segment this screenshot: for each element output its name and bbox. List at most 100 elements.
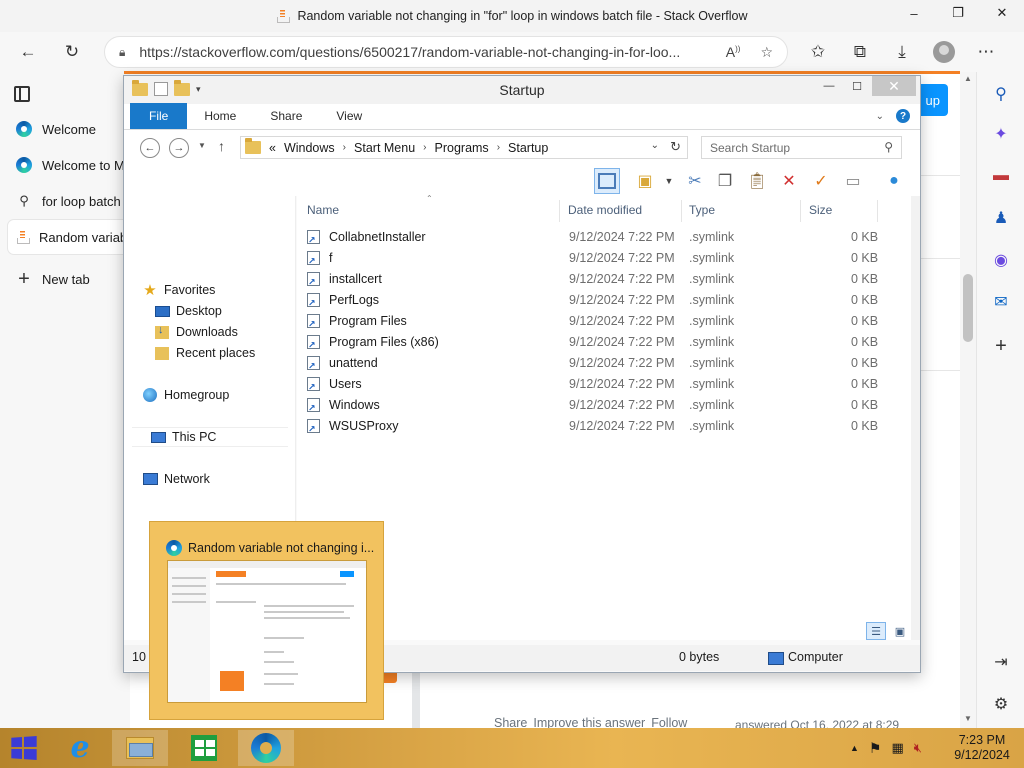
downloads-icon[interactable]: ⤓	[884, 36, 920, 68]
network-icon[interactable]: ▦	[891, 740, 903, 756]
scroll-up-icon[interactable]: ▲	[964, 74, 972, 83]
globe-icon[interactable]: ●	[881, 168, 907, 194]
refresh-icon[interactable]: ↻	[54, 36, 90, 68]
file-row[interactable]: Users 9/12/2024 7:22 PM .symlink 0 KB	[297, 374, 911, 395]
chevron-right-icon[interactable]: ›	[497, 142, 500, 153]
file-row[interactable]: CollabnetInstaller 9/12/2024 7:22 PM .sy…	[297, 227, 911, 248]
nav-desktop[interactable]: Desktop	[124, 301, 296, 321]
file-row[interactable]: unattend 9/12/2024 7:22 PM .symlink 0 KB	[297, 353, 911, 374]
outlook-icon[interactable]: ✉	[991, 292, 1011, 312]
ribbon-tab-share[interactable]: Share	[253, 103, 319, 129]
search-icon[interactable]: ⚲	[991, 84, 1011, 104]
help-icon[interactable]: ?	[896, 109, 910, 123]
column-divider[interactable]	[800, 200, 801, 222]
breadcrumb-overflow[interactable]: «	[269, 141, 276, 155]
file-row[interactable]: Program Files 9/12/2024 7:22 PM .symlink…	[297, 311, 911, 332]
tray-expand-icon[interactable]: ▲	[850, 743, 859, 753]
new-tab-button[interactable]: + New tab	[8, 262, 130, 296]
shopping-icon[interactable]: ▬	[991, 166, 1011, 186]
paste-icon[interactable]: 📋︎	[744, 168, 770, 194]
close-button[interactable]: ✕	[980, 0, 1024, 26]
explorer-minimize-button[interactable]: —	[816, 76, 842, 96]
settings-gear-icon[interactable]: ⚙	[991, 694, 1011, 714]
nav-homegroup[interactable]: Homegroup	[124, 385, 296, 405]
tab-actions-icon[interactable]	[14, 86, 30, 102]
url-text[interactable]: https://stackoverflow.com/questions/6500…	[139, 44, 699, 60]
file-row[interactable]: installcert 9/12/2024 7:22 PM .symlink 0…	[297, 269, 911, 290]
explorer-maximize-button[interactable]: ☐	[844, 76, 870, 96]
rename-icon[interactable]: ▭	[840, 168, 866, 194]
preview-pane-icon[interactable]	[594, 168, 620, 194]
nav-favorites[interactable]: ★ Favorites	[124, 280, 296, 300]
recent-locations-icon[interactable]: ▼	[198, 141, 206, 150]
column-header-name[interactable]: Name	[307, 196, 339, 224]
collections-icon[interactable]: ⧉	[842, 36, 878, 68]
tab-welcome[interactable]: Welcome	[8, 112, 130, 146]
explorer-close-button[interactable]: ✕	[872, 76, 916, 96]
thumbnail-image[interactable]	[167, 560, 367, 703]
restore-button[interactable]: ❐	[936, 0, 980, 26]
ribbon-tab-file[interactable]: File	[130, 103, 188, 129]
ribbon-tab-home[interactable]: Home	[187, 103, 253, 129]
file-row[interactable]: f 9/12/2024 7:22 PM .symlink 0 KB	[297, 248, 911, 269]
up-icon[interactable]: ↑	[218, 138, 225, 154]
chevron-right-icon[interactable]: ›	[423, 142, 426, 153]
column-header-date[interactable]: Date modified	[568, 196, 642, 224]
nav-network[interactable]: Network	[124, 469, 296, 489]
column-divider[interactable]	[877, 200, 878, 222]
people-icon[interactable]: ♟	[991, 208, 1011, 228]
copilot-icon[interactable]: ✦	[991, 124, 1011, 144]
address-dropdown-icon[interactable]: ⌄	[651, 140, 659, 151]
minimize-button[interactable]: –	[892, 0, 936, 26]
tab-search[interactable]: ⚲ for loop batch r	[8, 184, 130, 218]
tab-stackoverflow[interactable]: Random variab	[8, 220, 130, 254]
taskbar-edge[interactable]	[238, 730, 294, 766]
taskbar-internet-explorer[interactable]: e	[52, 730, 108, 766]
taskbar-thumbnail-preview[interactable]: Random variable not changing i...	[149, 521, 384, 720]
sidebar-toggle-icon[interactable]: ⇥	[991, 652, 1011, 672]
tab-welcome-microsoft[interactable]: Welcome to Mi	[8, 148, 130, 182]
volume-muted-icon[interactable]: 🔇︎	[914, 740, 922, 756]
favorites-icon[interactable]: ✩	[800, 36, 836, 68]
taskbar-store[interactable]	[176, 730, 232, 766]
add-favorite-icon[interactable]: ☆	[760, 44, 773, 61]
nav-this-pc[interactable]: This PC	[132, 427, 288, 447]
folder-options-dropdown-icon[interactable]: ▼	[656, 168, 682, 194]
large-icons-view-icon[interactable]: ▣	[890, 622, 910, 640]
expand-ribbon-icon[interactable]: ⌄	[876, 111, 884, 122]
start-button[interactable]	[11, 736, 37, 760]
address-bar[interactable]: 🔒︎ https://stackoverflow.com/questions/6…	[104, 36, 788, 68]
explorer-search-input[interactable]: Search Startup ⚲	[701, 136, 902, 159]
add-icon[interactable]: +	[991, 335, 1011, 357]
cut-icon[interactable]: ✂	[682, 168, 708, 194]
scroll-down-icon[interactable]: ▼	[964, 714, 972, 723]
refresh-icon[interactable]: ↻	[670, 139, 681, 155]
file-list-scrollbar[interactable]	[911, 196, 920, 640]
breadcrumb-programs[interactable]: Programs	[435, 141, 489, 155]
checkmark-icon[interactable]: ✓	[808, 168, 834, 194]
folder-options-icon[interactable]: ▣	[632, 168, 658, 194]
nav-downloads[interactable]: Downloads	[124, 322, 296, 342]
back-icon[interactable]: ←	[10, 36, 46, 68]
ribbon-tab-view[interactable]: View	[319, 103, 379, 129]
copy-icon[interactable]: ❐	[712, 168, 738, 194]
more-options-icon[interactable]: ⋯	[968, 36, 1004, 68]
delete-icon[interactable]: ✕	[776, 168, 802, 194]
page-scrollbar[interactable]: ▲ ▼	[960, 72, 976, 728]
scrollbar-thumb[interactable]	[963, 274, 973, 342]
nav-recent-places[interactable]: Recent places	[124, 343, 296, 363]
column-header-size[interactable]: Size	[809, 196, 832, 224]
search-placeholder[interactable]: Search Startup	[710, 141, 790, 155]
chevron-right-icon[interactable]: ›	[343, 142, 346, 153]
breadcrumb-startup[interactable]: Startup	[508, 141, 548, 155]
file-row[interactable]: WSUSProxy 9/12/2024 7:22 PM .symlink 0 K…	[297, 416, 911, 437]
explorer-titlebar[interactable]: ▾ Startup — ☐ ✕	[124, 76, 920, 104]
column-divider[interactable]	[559, 200, 560, 222]
action-center-flag-icon[interactable]: ⚑	[869, 740, 882, 757]
file-row[interactable]: Program Files (x86) 9/12/2024 7:22 PM .s…	[297, 332, 911, 353]
column-divider[interactable]	[681, 200, 682, 222]
explorer-address-bar[interactable]: « Windows › Start Menu › Programs › Star…	[240, 136, 688, 159]
nav-forward-icon[interactable]: →	[169, 138, 189, 158]
breadcrumb-start-menu[interactable]: Start Menu	[354, 141, 415, 155]
details-view-icon[interactable]: ☰	[866, 622, 886, 640]
